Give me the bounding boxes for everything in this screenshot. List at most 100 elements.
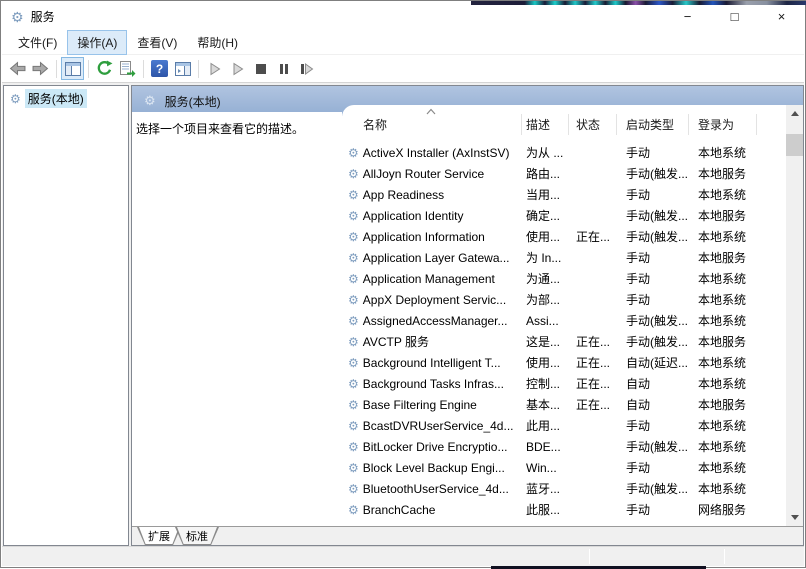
service-description-cell: 蓝牙... <box>526 482 561 496</box>
service-name-cell: ⚙ AssignedAccessManager... <box>342 314 521 328</box>
service-name-cell: ⚙ Block Level Backup Engi... <box>342 461 521 475</box>
menu-help[interactable]: 帮助(H) <box>187 30 248 55</box>
menu-file[interactable]: 文件(F) <box>8 30 67 55</box>
minimize-button[interactable]: − <box>671 2 704 31</box>
service-gear-icon: ⚙ <box>348 313 359 328</box>
scroll-up-button[interactable] <box>786 105 803 122</box>
maximize-button[interactable]: □ <box>718 2 751 31</box>
service-status-cell: 正在... <box>576 398 611 412</box>
service-gear-icon: ⚙ <box>348 250 359 265</box>
vertical-scrollbar[interactable] <box>786 105 803 526</box>
service-logon-as-cell: 本地服务 <box>698 167 747 181</box>
service-startup-type-cell: 手动 <box>626 188 651 202</box>
service-name: Background Intelligent T... <box>362 355 501 370</box>
column-header-name[interactable]: 名称 <box>363 116 387 133</box>
table-row[interactable]: ⚙ Application Layer Gatewa... 为 In... 手动 本地服… <box>342 247 786 268</box>
resume-service-button[interactable] <box>226 57 249 80</box>
service-logon-as-cell: 本地系统 <box>698 272 747 286</box>
table-row[interactable]: ⚙ Base Filtering Engine 基本... 正在... 自动 本地服务 <box>342 394 786 415</box>
tree-item-services-local[interactable]: ⚙ 服务(本地) <box>10 89 128 108</box>
table-row[interactable]: ⚙ AVCTP 服务 这是... 正在... 手动(触发... 本地服务 <box>342 331 786 352</box>
table-row[interactable]: ⚙ App Readiness 当用... 手动 本地系统 <box>342 184 786 205</box>
show-action-pane-button[interactable] <box>171 57 194 80</box>
column-separator[interactable] <box>568 114 569 135</box>
column-separator[interactable] <box>616 114 617 135</box>
column-header-description[interactable]: 描述 <box>526 116 550 133</box>
column-separator[interactable] <box>688 114 689 135</box>
service-logon-as-cell: 本地服务 <box>698 209 747 223</box>
service-description-cell: 路由... <box>526 167 561 181</box>
service-gear-icon: ⚙ <box>348 229 359 244</box>
restart-service-button[interactable] <box>295 57 318 80</box>
back-button[interactable] <box>6 57 29 80</box>
service-logon-as-cell: 本地系统 <box>698 419 747 433</box>
service-name: App Readiness <box>362 187 445 202</box>
column-header-startup-type[interactable]: 启动类型 <box>626 116 674 133</box>
service-startup-type-cell: 自动(延迟... <box>626 356 688 370</box>
service-logon-as-cell: 本地系统 <box>698 482 747 496</box>
service-description-cell: 这是... <box>526 335 561 349</box>
menu-view[interactable]: 查看(V) <box>127 30 187 55</box>
service-gear-icon: ⚙ <box>348 271 359 286</box>
scrollbar-thumb[interactable] <box>786 134 803 156</box>
service-startup-type-cell: 手动 <box>626 461 651 475</box>
service-status-cell: 正在... <box>576 230 611 244</box>
close-button[interactable]: × <box>765 2 798 31</box>
scroll-down-button[interactable] <box>786 509 803 526</box>
table-row[interactable]: ⚙ AllJoyn Router Service 路由... 手动(触发... 本地服务 <box>342 163 786 184</box>
table-row[interactable]: ⚙ BitLocker Drive Encryptio... BDE... 手动(触发… <box>342 436 786 457</box>
table-row[interactable]: ⚙ Block Level Backup Engi... Win... 手动 本地系统 <box>342 457 786 478</box>
column-header-logon-as[interactable]: 登录为 <box>698 116 734 133</box>
table-row[interactable]: ⚙ Application Identity 确定... 手动(触发... 本地服务 <box>342 205 786 226</box>
pane-header-title: 服务(本地) <box>164 94 221 109</box>
client-area: ⚙ 服务(本地) ⚙ 服务(本地) 选择一个项目来查看它的描述。 名称 描述 状… <box>2 83 804 546</box>
service-status-cell: 正在... <box>576 377 611 391</box>
menu-action[interactable]: 操作(A) <box>67 30 128 55</box>
service-logon-as-cell: 本地系统 <box>698 440 747 454</box>
service-gear-icon: ⚙ <box>348 166 359 181</box>
export-list-button[interactable] <box>116 57 139 80</box>
start-service-button[interactable] <box>203 57 226 80</box>
table-row[interactable]: ⚙ AppX Deployment Servic... 为部... 手动 本地系统 <box>342 289 786 310</box>
service-description-cell: Assi... <box>526 313 559 328</box>
show-console-tree-button[interactable] <box>61 57 84 80</box>
column-separator[interactable] <box>521 114 522 135</box>
table-row[interactable]: ⚙ Background Tasks Infras... 控制... 正在... 自动 本… <box>342 373 786 394</box>
services-gear-icon: ⚙ <box>144 93 156 108</box>
table-row[interactable]: ⚙ ActiveX Installer (AxInstSV) 为从 ... 手动 本地系… <box>342 142 786 163</box>
column-header-status[interactable]: 状态 <box>576 116 600 133</box>
service-gear-icon: ⚙ <box>348 208 359 223</box>
table-row[interactable]: ⚙ BranchCache 此服... 手动 网络服务 <box>342 499 786 520</box>
service-description-cell: BDE... <box>526 439 561 454</box>
service-name-cell: ⚙ Application Management <box>342 272 521 286</box>
service-name-cell: ⚙ Application Information <box>342 230 521 244</box>
menu-bar: 文件(F) 操作(A) 查看(V) 帮助(H) <box>2 30 804 55</box>
toolbar-separator <box>56 59 57 78</box>
service-description-cell: 此用... <box>526 419 561 433</box>
table-row[interactable]: ⚙ Application Information 使用... 正在... 手动(触发.… <box>342 226 786 247</box>
services-gear-icon: ⚙ <box>11 8 24 25</box>
service-name-cell: ⚙ Application Layer Gatewa... <box>342 251 521 265</box>
table-row[interactable]: ⚙ BluetoothUserService_4d... 蓝牙... 手动(触发...… <box>342 478 786 499</box>
help-button[interactable]: ? <box>148 57 171 80</box>
table-row[interactable]: ⚙ AssignedAccessManager... Assi... 手动(触发...… <box>342 310 786 331</box>
column-separator[interactable] <box>756 114 757 135</box>
service-name-cell: ⚙ AppX Deployment Servic... <box>342 293 521 307</box>
toolbar-separator <box>143 59 144 78</box>
stop-service-button[interactable] <box>249 57 272 80</box>
tree-item-label: 服务(本地) <box>24 89 87 108</box>
table-row[interactable]: ⚙ Application Management 为通... 手动 本地系统 <box>342 268 786 289</box>
table-row[interactable]: ⚙ Background Intelligent T... 使用... 正在... 自动… <box>342 352 786 373</box>
show-action-pane-icon <box>174 61 191 76</box>
service-logon-as-cell: 本地系统 <box>698 293 747 307</box>
service-name: Application Identity <box>362 208 464 223</box>
show-console-tree-icon <box>64 61 81 76</box>
pause-service-button[interactable] <box>272 57 295 80</box>
forward-button[interactable] <box>29 57 52 80</box>
service-gear-icon: ⚙ <box>348 460 359 475</box>
tab-extended[interactable]: 扩展 <box>137 527 181 545</box>
table-row[interactable]: ⚙ BcastDVRUserService_4d... 此用... 手动 本地系统 <box>342 415 786 436</box>
restart-service-icon <box>301 62 314 75</box>
tab-standard[interactable]: 标准 <box>175 527 219 545</box>
refresh-button[interactable] <box>93 57 116 80</box>
